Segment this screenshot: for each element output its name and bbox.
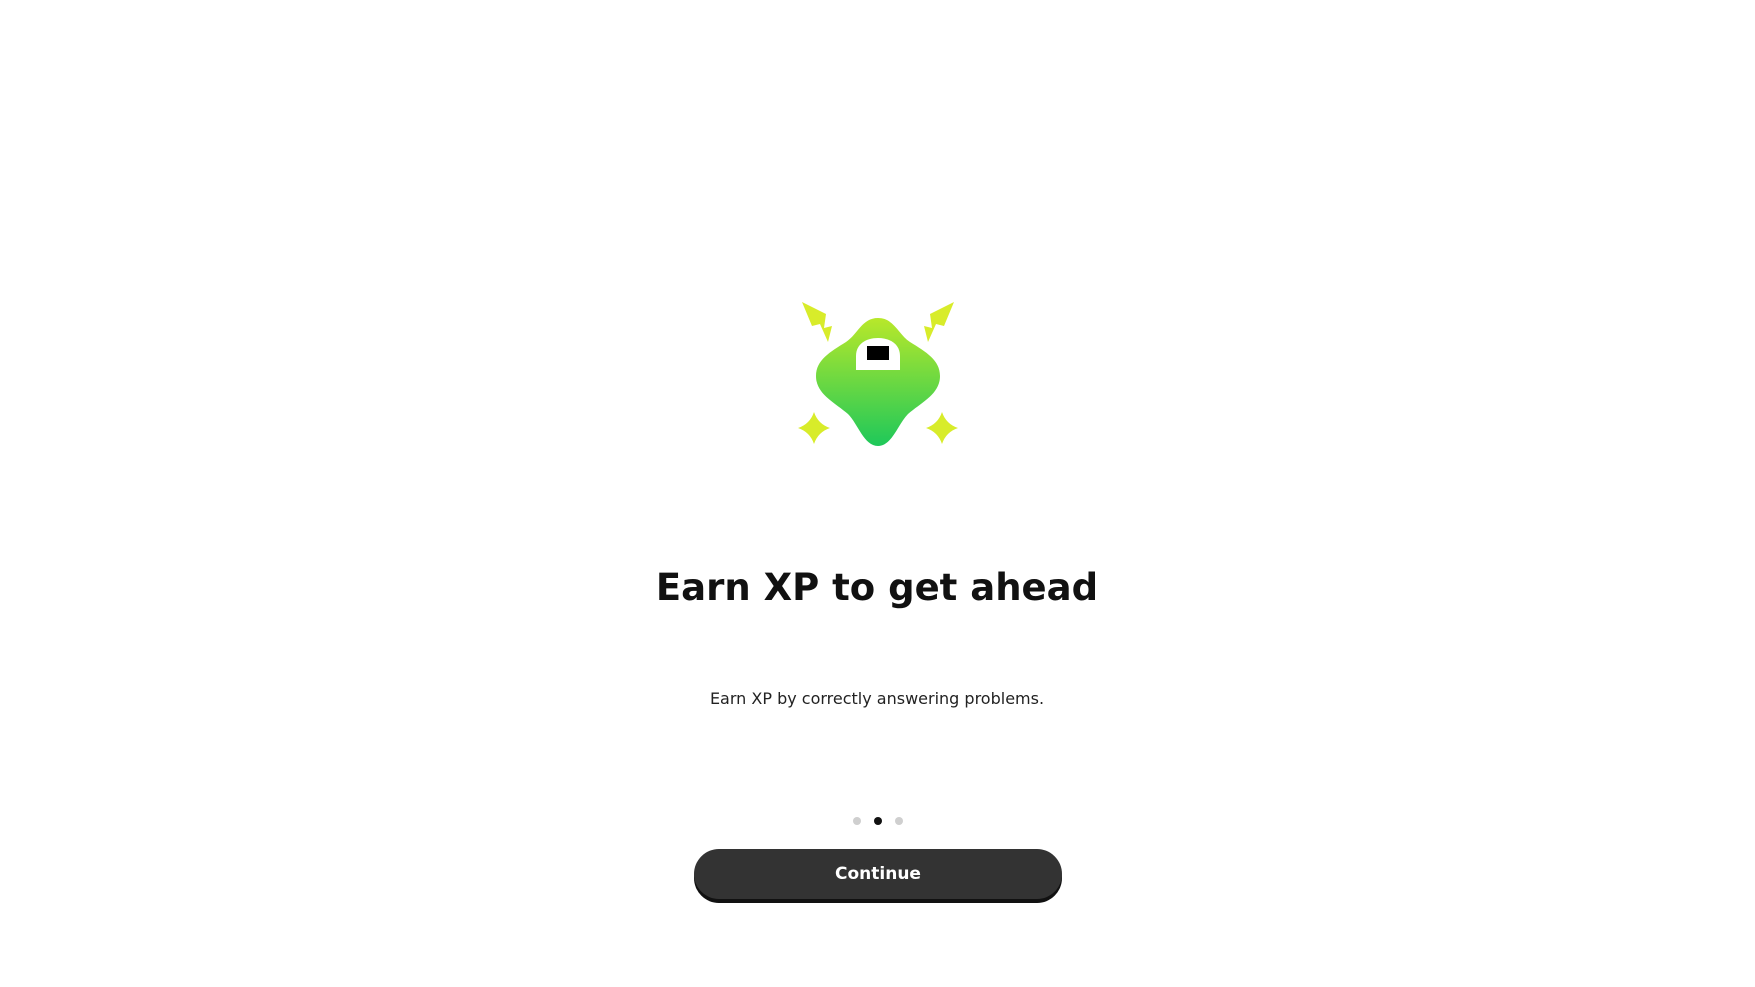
mascot-body <box>816 318 940 446</box>
lightning-bolt-right-icon <box>924 302 954 342</box>
page-subtitle: Earn XP by correctly answering problems. <box>709 689 1045 708</box>
lightning-bolt-left-icon <box>802 302 832 342</box>
page-title: Earn XP to get ahead <box>655 566 1099 609</box>
mascot-eye-pupil <box>867 346 889 360</box>
sparkle-left-icon <box>798 412 830 444</box>
pagination-dots <box>853 815 903 827</box>
continue-button[interactable]: Continue <box>694 849 1062 899</box>
pagination-dot-2-active[interactable] <box>874 817 882 825</box>
pagination-dot-1[interactable] <box>853 817 861 825</box>
xp-mascot-icon <box>798 298 958 458</box>
pagination-dot-3[interactable] <box>895 817 903 825</box>
sparkle-right-icon <box>926 412 958 444</box>
onboarding-screen: Earn XP to get ahead Earn XP by correctl… <box>0 0 1755 987</box>
